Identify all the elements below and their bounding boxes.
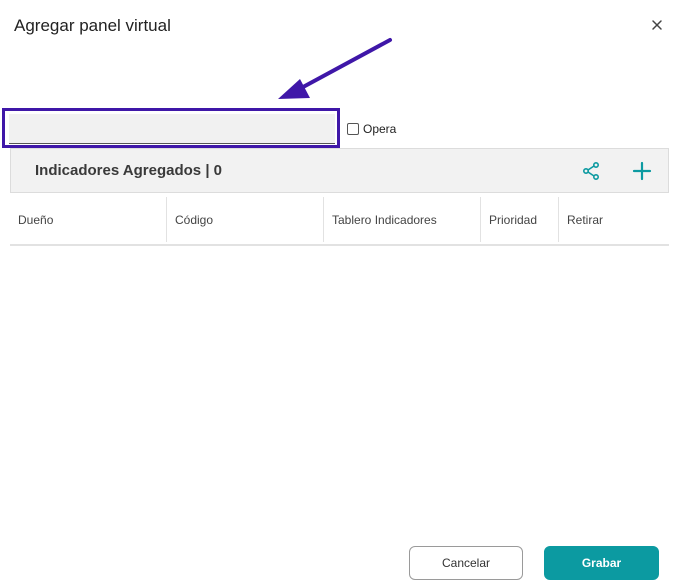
column-header-priority[interactable]: Prioridad (481, 197, 559, 242)
table-header: Dueño Código Tablero Indicadores Priorid… (10, 197, 669, 246)
column-header-dashboard[interactable]: Tablero Indicadores (324, 197, 481, 242)
plus-icon[interactable] (631, 160, 653, 182)
column-header-owner[interactable]: Dueño (10, 197, 167, 242)
share-icon[interactable] (581, 161, 601, 181)
column-header-code[interactable]: Código (167, 197, 324, 242)
panel-name-input[interactable] (9, 114, 335, 144)
panel-header: Indicadores Agregados | 0 (10, 148, 669, 193)
save-button[interactable]: Grabar (544, 546, 659, 580)
cancel-button[interactable]: Cancelar (409, 546, 523, 580)
panel-title: Indicadores Agregados | 0 (35, 162, 223, 179)
dialog-title: Agregar panel virtual (14, 16, 171, 35)
annotation-arrow-icon (278, 38, 392, 99)
opera-label: Opera (363, 122, 397, 136)
opera-checkbox[interactable] (347, 123, 359, 135)
column-header-remove[interactable]: Retirar (559, 197, 669, 242)
opera-checkbox-group[interactable]: Opera (347, 122, 396, 136)
close-icon[interactable] (648, 16, 666, 34)
